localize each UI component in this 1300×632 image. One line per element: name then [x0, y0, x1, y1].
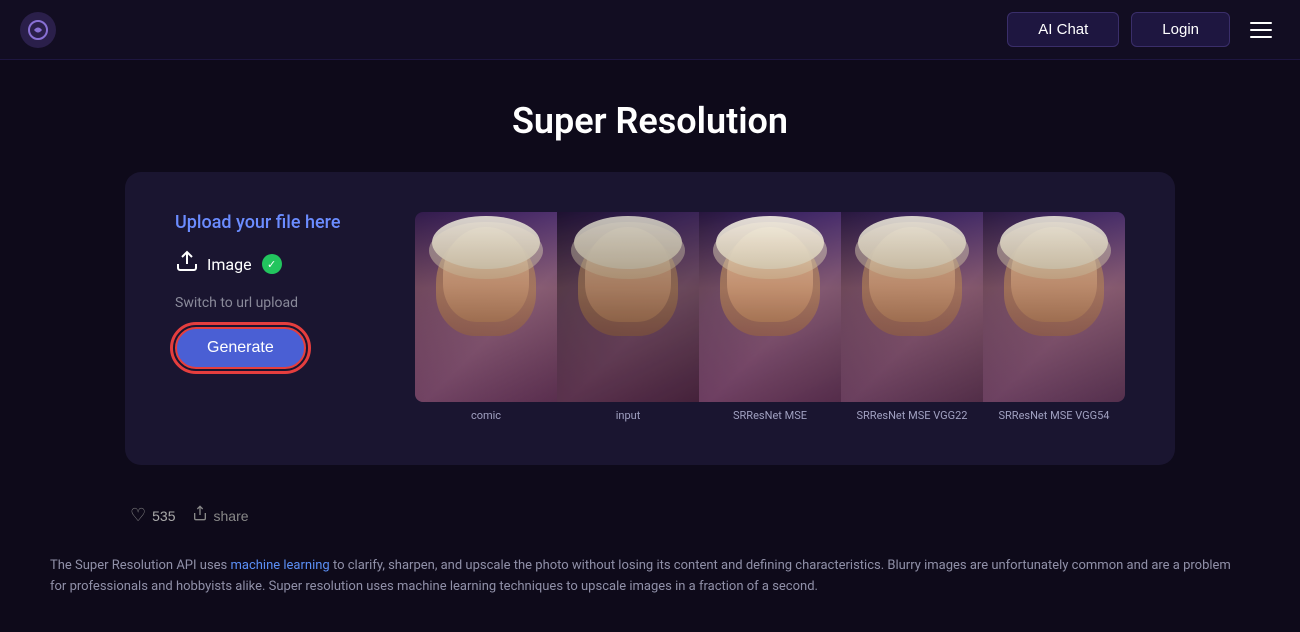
image-labels: comic input SRResNet MSE SRResNet MSE VG… [415, 406, 1125, 425]
left-panel: Upload your file here Image ✓ Switch to … [175, 212, 375, 369]
like-button[interactable]: ♡ 535 [130, 505, 176, 526]
hamburger-line-1 [1250, 22, 1272, 24]
image-srresnet-mse-vgg22 [841, 212, 983, 402]
ai-chat-button[interactable]: AI Chat [1007, 12, 1119, 47]
label-input: input [557, 406, 699, 425]
image-comic [415, 212, 557, 402]
description-section: The Super Resolution API uses machine le… [0, 546, 1300, 628]
like-count: 535 [152, 508, 175, 524]
description-text: The Super Resolution API uses machine le… [50, 556, 1250, 598]
image-panel: comic input SRResNet MSE SRResNet MSE VG… [415, 212, 1125, 425]
hamburger-line-2 [1250, 29, 1272, 31]
share-icon [192, 505, 208, 526]
description-before-link: The Super Resolution API uses [50, 558, 230, 573]
image-input [557, 212, 699, 402]
page-title: Super Resolution [0, 100, 1300, 142]
content-card: Upload your file here Image ✓ Switch to … [125, 172, 1175, 465]
generate-button[interactable]: Generate [175, 327, 306, 369]
share-label: share [214, 508, 249, 524]
header: AI Chat Login [0, 0, 1300, 60]
upload-icon [175, 249, 199, 279]
menu-button[interactable] [1242, 14, 1280, 46]
label-srresnet-vgg22: SRResNet MSE VGG22 [841, 406, 983, 425]
label-srresnet-vgg54: SRResNet MSE VGG54 [983, 406, 1125, 425]
switch-url-button[interactable]: Switch to url upload [175, 295, 298, 311]
upload-icon-wrap[interactable]: Image [175, 249, 252, 279]
bottom-actions: ♡ 535 share [0, 485, 1300, 546]
header-right: AI Chat Login [1007, 12, 1280, 47]
header-left [20, 12, 56, 48]
share-button[interactable]: share [192, 505, 249, 526]
check-icon: ✓ [262, 254, 282, 274]
upload-label: Upload your file here [175, 212, 340, 233]
image-srresnet-mse-vgg54 [983, 212, 1125, 402]
title-section: Super Resolution [0, 60, 1300, 172]
image-upload-label: Image [207, 255, 252, 274]
description-link[interactable]: machine learning [230, 558, 329, 573]
login-button[interactable]: Login [1131, 12, 1230, 47]
image-srresnet-mse [699, 212, 841, 402]
label-srresnet-mse: SRResNet MSE [699, 406, 841, 425]
hamburger-line-3 [1250, 36, 1272, 38]
image-strip [415, 212, 1125, 402]
image-upload-row: Image ✓ [175, 249, 282, 279]
heart-icon: ♡ [130, 505, 146, 526]
logo-icon[interactable] [20, 12, 56, 48]
label-comic: comic [415, 406, 557, 425]
